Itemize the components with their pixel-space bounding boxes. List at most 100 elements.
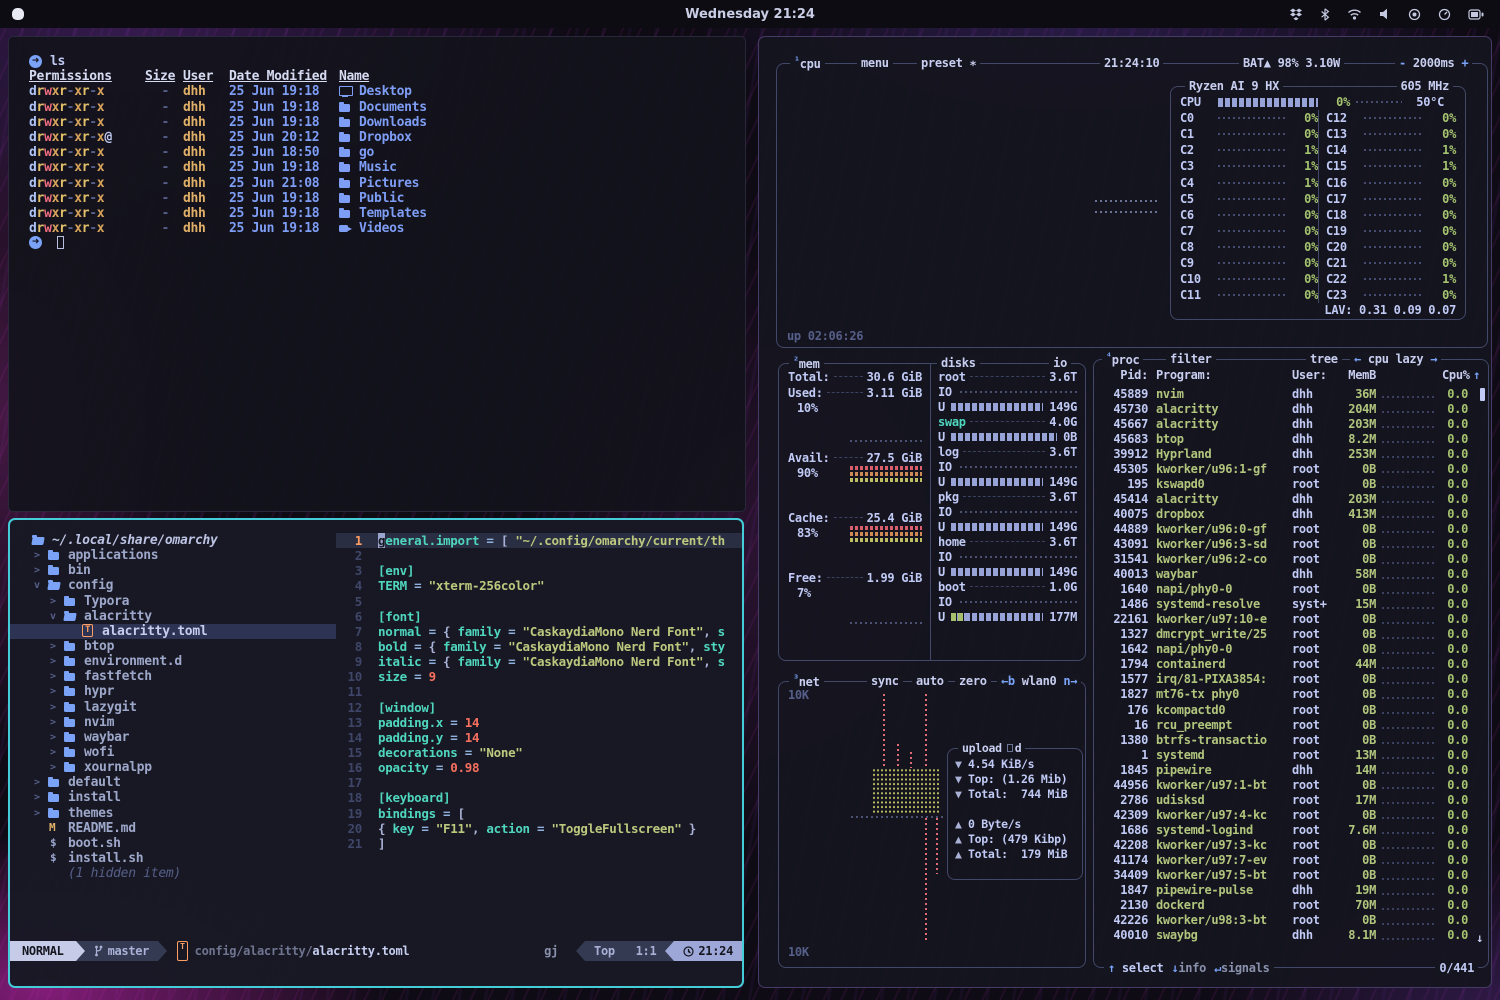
mem: 14M [1334, 763, 1376, 777]
tree-item[interactable]: > environment.d [10, 654, 336, 669]
process-row[interactable]: 1380 btrfs-transactio root 0B 0.0 [1102, 732, 1480, 747]
tree-item[interactable]: v config [10, 578, 336, 593]
tab-proc[interactable]: ⁴proc [1102, 352, 1143, 367]
process-row[interactable]: 44889 kworker/u96:0-gf root 0B 0.0 [1102, 521, 1480, 536]
process-row[interactable]: 1327 dmcrypt_write/25 root 0B 0.0 [1102, 627, 1480, 642]
wifi-icon[interactable] [1347, 8, 1362, 20]
process-row[interactable]: 45305 kworker/u96:1-gf root 0B 0.0 [1102, 461, 1480, 476]
btop-window[interactable]: ¹cpu menu preset ∗ 21:24:10 BAT▲ 98% 3.1… [758, 36, 1492, 988]
gauge-icon[interactable] [1438, 8, 1451, 21]
program: systemd-resolve [1156, 597, 1292, 611]
proc-sort-control[interactable]: ← cpu lazy → [1350, 352, 1441, 366]
process-row[interactable]: 40010 swaybg dhh 8.1M 0.0 [1102, 928, 1480, 943]
terminal-window[interactable]: ➜ ls Permissions Size User Date Modified… [8, 36, 746, 512]
process-row[interactable]: 1577 irq/81-PIXA3854: root 0B 0.0 [1102, 672, 1480, 687]
process-row[interactable]: 45683 btop dhh 8.2M 0.0 [1102, 431, 1480, 446]
scroll-down-icon[interactable]: ↓ [1476, 931, 1483, 945]
tree-item[interactable]: > wofi [10, 745, 336, 760]
process-row[interactable]: 2130 dockerd root 70M 0.0 [1102, 898, 1480, 913]
process-row[interactable]: 43091 kworker/u96:3-sd root 0B 0.0 [1102, 536, 1480, 551]
net-zero-toggle[interactable]: zero [955, 674, 991, 688]
mem-avail: 27.5 GiB [867, 451, 922, 465]
refresh-interval[interactable]: - 2000ms + [1395, 56, 1472, 70]
process-row[interactable]: 1642 napi/phy0-0 root 0B 0.0 [1102, 642, 1480, 657]
process-row[interactable]: 1 systemd root 13M 0.0 [1102, 747, 1480, 762]
tree-item[interactable]: alacritty.toml [10, 624, 336, 639]
tree-item[interactable]: ~/.local/share/omarchy [10, 533, 336, 548]
tree-item[interactable]: install.sh [10, 851, 336, 866]
tree-item[interactable]: > bin [10, 563, 336, 578]
permissions: drwxr-xr-x [29, 145, 145, 160]
process-row[interactable]: 195 kswapd0 root 0B 0.0 [1102, 476, 1480, 491]
process-row[interactable]: 176 kcompactd0 root 0B 0.0 [1102, 702, 1480, 717]
tree-item[interactable]: > install [10, 790, 336, 805]
cpu-history-dots [1382, 577, 1436, 579]
process-row[interactable]: 1794 containerd root 44M 0.0 [1102, 657, 1480, 672]
process-row[interactable]: 22161 kworker/u97:10-e root 0B 0.0 [1102, 612, 1480, 627]
process-row[interactable]: 1845 pipewire dhh 14M 0.0 [1102, 762, 1480, 777]
select-action[interactable]: ↑ select [1104, 961, 1167, 975]
tree-item[interactable]: > btop [10, 639, 336, 654]
tree-item[interactable]: > applications [10, 548, 336, 563]
tree-item[interactable]: > hypr [10, 684, 336, 699]
tree-item[interactable]: (1 hidden item) [10, 866, 336, 881]
tree-item[interactable]: > Typora [10, 594, 336, 609]
tree-item[interactable]: > lazygit [10, 700, 336, 715]
proc-filter-button[interactable]: filter [1166, 352, 1216, 366]
process-row[interactable]: 31541 kworker/u96:2-co root 0B 0.0 [1102, 552, 1480, 567]
process-row[interactable]: 2786 udisksd root 17M 0.0 [1102, 792, 1480, 807]
process-row[interactable]: 34409 kworker/u97:5-bt root 0B 0.0 [1102, 868, 1480, 883]
process-row[interactable]: 42226 kworker/u98:3-bt root 0B 0.0 [1102, 913, 1480, 928]
code-buffer[interactable]: 1 general.import = [ "~/.config/omarchy/… [336, 520, 742, 941]
tree-item[interactable]: > waybar [10, 730, 336, 745]
tree-item[interactable]: > default [10, 775, 336, 790]
process-row[interactable]: 45667 alacritty dhh 203M 0.0 [1102, 416, 1480, 431]
proc-tree-toggle[interactable]: tree [1306, 352, 1342, 366]
process-row[interactable]: 1486 systemd-resolve syst+ 15M 0.0 [1102, 597, 1480, 612]
screencast-icon[interactable] [1408, 8, 1421, 21]
net-auto-toggle[interactable]: auto [912, 674, 948, 688]
battery-icon[interactable] [1468, 9, 1484, 20]
process-row[interactable]: 40075 dropbox dhh 413M 0.0 [1102, 506, 1480, 521]
tree-item[interactable]: README.md [10, 821, 336, 836]
bluetooth-icon[interactable] [1320, 8, 1330, 21]
preset-button[interactable]: preset ∗ [917, 56, 980, 70]
process-row[interactable]: 39912 Hyprland dhh 253M 0.0 [1102, 446, 1480, 461]
process-row[interactable]: 44956 kworker/u97:1-bt root 0B 0.0 [1102, 777, 1480, 792]
tree-item[interactable]: v alacritty [10, 609, 336, 624]
process-row[interactable]: 1686 systemd-logind root 7.6M 0.0 [1102, 822, 1480, 837]
proc-footer: ↑ select ↓info ↵signals 0/441 [1104, 961, 1478, 975]
tab-cpu[interactable]: ¹cpu [790, 56, 825, 71]
process-row[interactable]: 1640 napi/phy0-0 root 0B 0.0 [1102, 582, 1480, 597]
process-row[interactable]: 45414 alacritty dhh 203M 0.0 [1102, 491, 1480, 506]
process-row[interactable]: 42309 kworker/u97:4-kc root 0B 0.0 [1102, 807, 1480, 822]
menu-button[interactable]: menu [857, 56, 893, 70]
info-action[interactable]: ↓info [1167, 961, 1210, 975]
net-interface[interactable]: ←b wlan0 n→ [997, 674, 1081, 688]
volume-icon[interactable] [1379, 8, 1391, 20]
process-row[interactable]: 41174 kworker/u97:7-ev root 0B 0.0 [1102, 852, 1480, 867]
process-row[interactable]: 1847 pipewire-pulse dhh 19M 0.0 [1102, 883, 1480, 898]
editor-window[interactable]: ~/.local/share/omarchy > applications > … [8, 518, 744, 988]
tab-net[interactable]: ³net [789, 674, 824, 689]
process-row[interactable]: 42208 kworker/u97:3-kc root 0B 0.0 [1102, 837, 1480, 852]
process-row[interactable]: 40013 waybar dhh 58M 0.0 [1102, 567, 1480, 582]
dropbox-icon[interactable] [1289, 8, 1303, 21]
process-row[interactable]: 1827 mt76-tx phy0 root 0B 0.0 [1102, 687, 1480, 702]
pending-keys: gj [544, 941, 558, 961]
tree-item[interactable]: > fastfetch [10, 669, 336, 684]
net-sync-toggle[interactable]: sync [867, 674, 903, 688]
sort-direction-icon[interactable]: ↑ [1468, 368, 1480, 382]
mem: 0B [1334, 627, 1376, 641]
command-line[interactable] [10, 961, 742, 986]
process-row[interactable]: 45730 alacritty dhh 204M 0.0 [1102, 401, 1480, 416]
tree-item[interactable]: > xournalpp [10, 760, 336, 775]
tree-item[interactable]: boot.sh [10, 836, 336, 851]
tree-item[interactable]: > themes [10, 806, 336, 821]
signals-action[interactable]: ↵signals [1210, 961, 1273, 975]
tree-item[interactable]: > nvim [10, 715, 336, 730]
process-row[interactable]: 45889 nvim dhh 36M 0.0 [1102, 386, 1480, 401]
shell-prompt-empty[interactable]: ➜ [29, 236, 745, 249]
process-row[interactable]: 16 rcu_preempt root 0B 0.0 [1102, 717, 1480, 732]
proc-scrollbar[interactable] [1480, 388, 1485, 401]
